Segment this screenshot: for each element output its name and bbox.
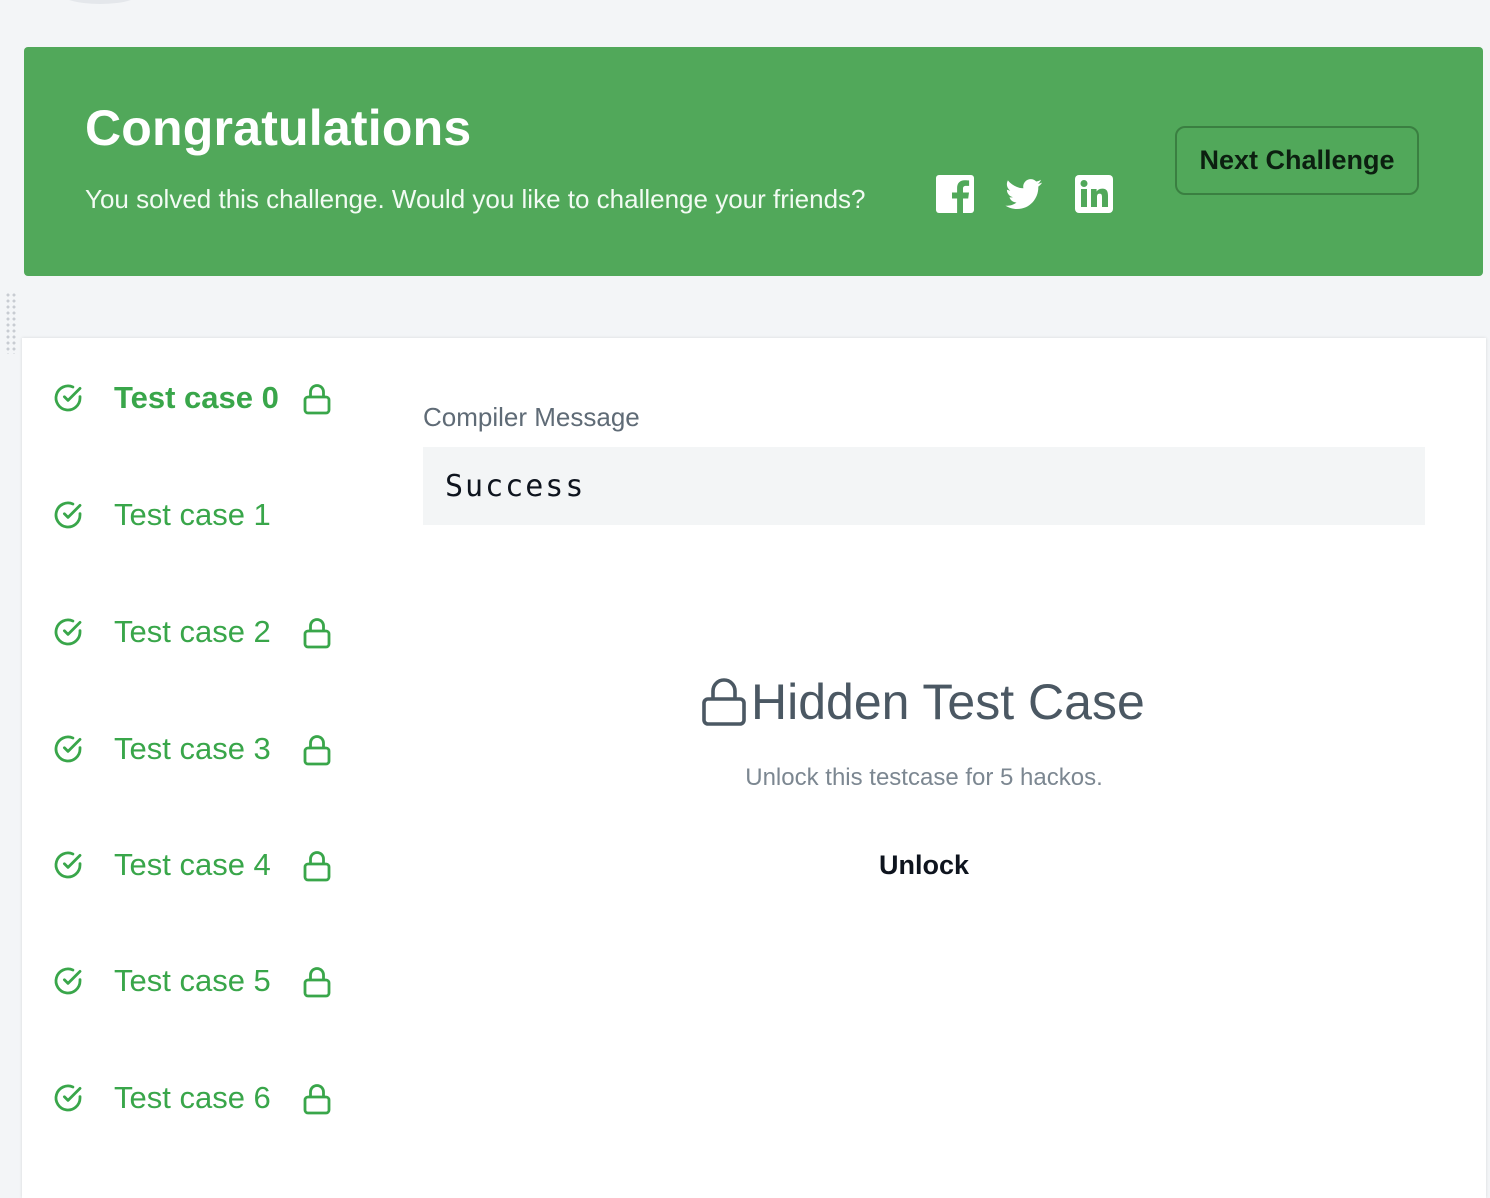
test-case-item[interactable]: Test case 6 bbox=[52, 1068, 372, 1128]
test-case-label: Test case 1 bbox=[114, 497, 271, 532]
check-circle-icon bbox=[52, 733, 84, 765]
top-decoration bbox=[60, 0, 140, 4]
check-circle-icon bbox=[52, 499, 84, 531]
test-case-label: Test case 5 bbox=[114, 963, 271, 998]
lock-icon bbox=[302, 382, 332, 416]
unlock-description: Unlock this testcase for 5 hackos. bbox=[745, 764, 1103, 791]
hidden-test-case-title: Hidden Test Case bbox=[751, 674, 1145, 730]
test-case-item[interactable]: Test case 1 bbox=[52, 485, 372, 545]
test-case-label: Test case 6 bbox=[114, 1080, 271, 1115]
test-case-item[interactable]: Test case 2 bbox=[52, 602, 372, 662]
resize-handle[interactable] bbox=[5, 292, 17, 354]
facebook-icon[interactable] bbox=[935, 174, 975, 214]
test-case-label: Test case 4 bbox=[114, 847, 271, 882]
unlock-button[interactable]: Unlock bbox=[852, 843, 996, 887]
hidden-test-case-heading: Hidden Test Case bbox=[423, 673, 1425, 733]
twitter-icon[interactable] bbox=[1004, 174, 1044, 214]
lock-icon bbox=[302, 849, 332, 883]
check-circle-icon bbox=[52, 1082, 84, 1114]
congratulations-banner: Congratulations You solved this challeng… bbox=[24, 47, 1483, 276]
lock-icon bbox=[302, 616, 332, 650]
compiler-message-box: Success bbox=[423, 447, 1425, 525]
next-challenge-button[interactable]: Next Challenge bbox=[1175, 126, 1419, 195]
lock-icon bbox=[302, 965, 332, 999]
check-circle-icon bbox=[52, 382, 84, 414]
test-case-item[interactable]: Test case 3 bbox=[52, 719, 372, 779]
lock-icon bbox=[701, 677, 747, 727]
test-case-item[interactable]: Test case 0 bbox=[52, 368, 372, 428]
check-circle-icon bbox=[52, 616, 84, 648]
test-case-label: Test case 3 bbox=[114, 731, 271, 766]
check-circle-icon bbox=[52, 849, 84, 881]
linkedin-icon[interactable] bbox=[1074, 174, 1114, 214]
test-case-label: Test case 0 bbox=[114, 380, 279, 415]
banner-title: Congratulations bbox=[85, 100, 472, 156]
lock-icon bbox=[302, 733, 332, 767]
test-case-item[interactable]: Test case 5 bbox=[52, 951, 372, 1011]
banner-subtitle: You solved this challenge. Would you lik… bbox=[85, 184, 866, 214]
test-case-label: Test case 2 bbox=[114, 614, 271, 649]
lock-icon bbox=[302, 1082, 332, 1116]
test-case-item[interactable]: Test case 4 bbox=[52, 835, 372, 895]
results-panel: Test case 0 Test case 1 Test case 2 Test… bbox=[22, 338, 1486, 1198]
compiler-message-label: Compiler Message bbox=[423, 402, 640, 432]
compiler-message-text: Success bbox=[445, 469, 586, 504]
check-circle-icon bbox=[52, 965, 84, 997]
